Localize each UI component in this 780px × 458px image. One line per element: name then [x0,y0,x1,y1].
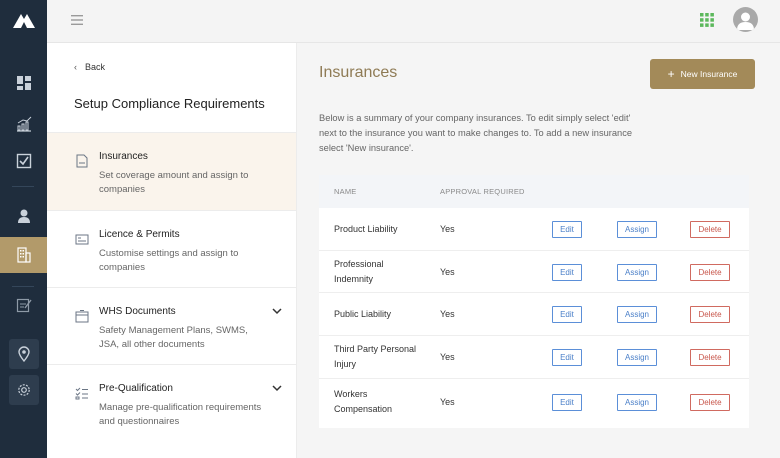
delete-button[interactable]: Delete [690,264,730,281]
delete-button[interactable]: Delete [690,306,730,323]
approval-value: Yes [440,397,455,407]
settings-icon [18,384,30,396]
location-icon [18,346,30,362]
sidebar-item-desc: Set coverage amount and assign to compan… [99,170,249,195]
user-icon [17,209,30,223]
chevron-down-icon[interactable] [272,306,282,316]
delete-button[interactable]: Delete [690,349,730,366]
id-card-icon [75,234,89,245]
sidebar-item-whs-documents[interactable]: WHS Documents Safety Management Plans, S… [47,287,296,364]
sidebar-item-licence-permits[interactable]: Licence & Permits Customise settings and… [47,210,296,287]
table-row: Workers Compensation Yes Edit Assign Del… [319,379,749,428]
approval-value: Yes [440,224,455,234]
rail-reports[interactable] [0,107,47,141]
assign-button[interactable]: Assign [617,349,657,366]
rail-users[interactable] [0,199,47,233]
settings-sidebar: ‹ Back Setup Compliance Requirements Ins… [47,43,297,458]
table-row: Professional Indemnity Yes Edit Assign D… [319,251,749,293]
chart-icon [16,116,31,132]
assign-button[interactable]: Assign [617,394,657,411]
new-insurance-label: New Insurance [680,69,738,79]
table-row: Product Liability Yes Edit Assign Delete [319,208,749,251]
rail-divider [12,286,34,287]
insurance-name: Public Liability [334,309,392,319]
insurance-name: Product Liability [334,224,398,234]
sidebar-item-title: Licence & Permits [99,229,180,240]
sidebar-item-desc: Manage pre-qualification requirements an… [99,402,262,427]
panel-title: Setup Compliance Requirements [74,96,265,111]
approval-value: Yes [440,309,455,319]
plus-icon: + [667,67,675,81]
edit-icon [16,298,32,313]
approval-value: Yes [440,352,455,362]
building-icon [16,247,31,263]
chevron-down-icon[interactable] [272,383,282,393]
insurance-name: Third Party Personal Injury [334,344,417,369]
assign-button[interactable]: Assign [617,221,657,238]
table-row: Public Liability Yes Edit Assign Delete [319,293,749,336]
back-label: Back [85,62,106,72]
logo-icon[interactable] [13,11,35,29]
left-rail [0,0,47,458]
sidebar-item-insurances[interactable]: Insurances Set coverage amount and assig… [47,132,296,210]
rail-tasks[interactable] [0,144,47,178]
intro-text: Below is a summary of your company insur… [319,113,633,153]
column-header-name: NAME [334,187,357,196]
hamburger-icon[interactable] [71,14,83,26]
rail-forms[interactable] [0,288,47,322]
chevron-left-icon: ‹ [74,62,77,72]
checkbox-icon [16,153,31,169]
delete-button[interactable]: Delete [690,394,730,411]
rail-divider [12,186,34,187]
main-content: Insurances + New Insurance Below is a su… [297,43,780,458]
user-avatar-icon[interactable] [733,7,758,32]
briefcase-icon [75,310,89,323]
assign-button[interactable]: Assign [617,306,657,323]
edit-button[interactable]: Edit [552,221,582,238]
assign-button[interactable]: Assign [617,264,657,281]
table-header: NAME APPROVAL REQUIRED [319,175,749,208]
document-icon [76,154,88,168]
sidebar-item-desc: Safety Management Plans, SWMS, JSA, all … [99,325,248,350]
delete-button[interactable]: Delete [690,221,730,238]
top-bar [47,0,780,43]
column-header-approval: APPROVAL REQUIRED [440,187,525,196]
back-link[interactable]: ‹ Back [74,62,105,72]
checklist-icon [75,387,88,400]
apps-grid-icon[interactable] [700,13,714,27]
rail-locations[interactable] [9,339,39,369]
rail-settings[interactable] [9,375,39,405]
insurance-name: Professional Indemnity [334,259,384,284]
table-row: Third Party Personal Injury Yes Edit Ass… [319,336,749,379]
page-title: Insurances [319,64,398,81]
edit-button[interactable]: Edit [552,394,582,411]
insurance-name: Workers Compensation [334,389,393,414]
sidebar-item-pre-qualification[interactable]: Pre-Qualification Manage pre-qualificati… [47,364,296,441]
dashboard-icon [16,76,31,90]
sidebar-item-desc: Customise settings and assign to compani… [99,248,239,273]
new-insurance-button[interactable]: + New Insurance [650,59,755,89]
edit-button[interactable]: Edit [552,349,582,366]
approval-value: Yes [440,267,455,277]
edit-button[interactable]: Edit [552,306,582,323]
rail-compliance[interactable] [0,237,47,273]
insurance-table: NAME APPROVAL REQUIRED Product Liability… [319,175,749,428]
rail-dashboard[interactable] [0,66,47,100]
sidebar-item-title: WHS Documents [99,306,176,317]
sidebar-item-title: Insurances [99,151,148,162]
sidebar-item-title: Pre-Qualification [99,383,173,394]
edit-button[interactable]: Edit [552,264,582,281]
